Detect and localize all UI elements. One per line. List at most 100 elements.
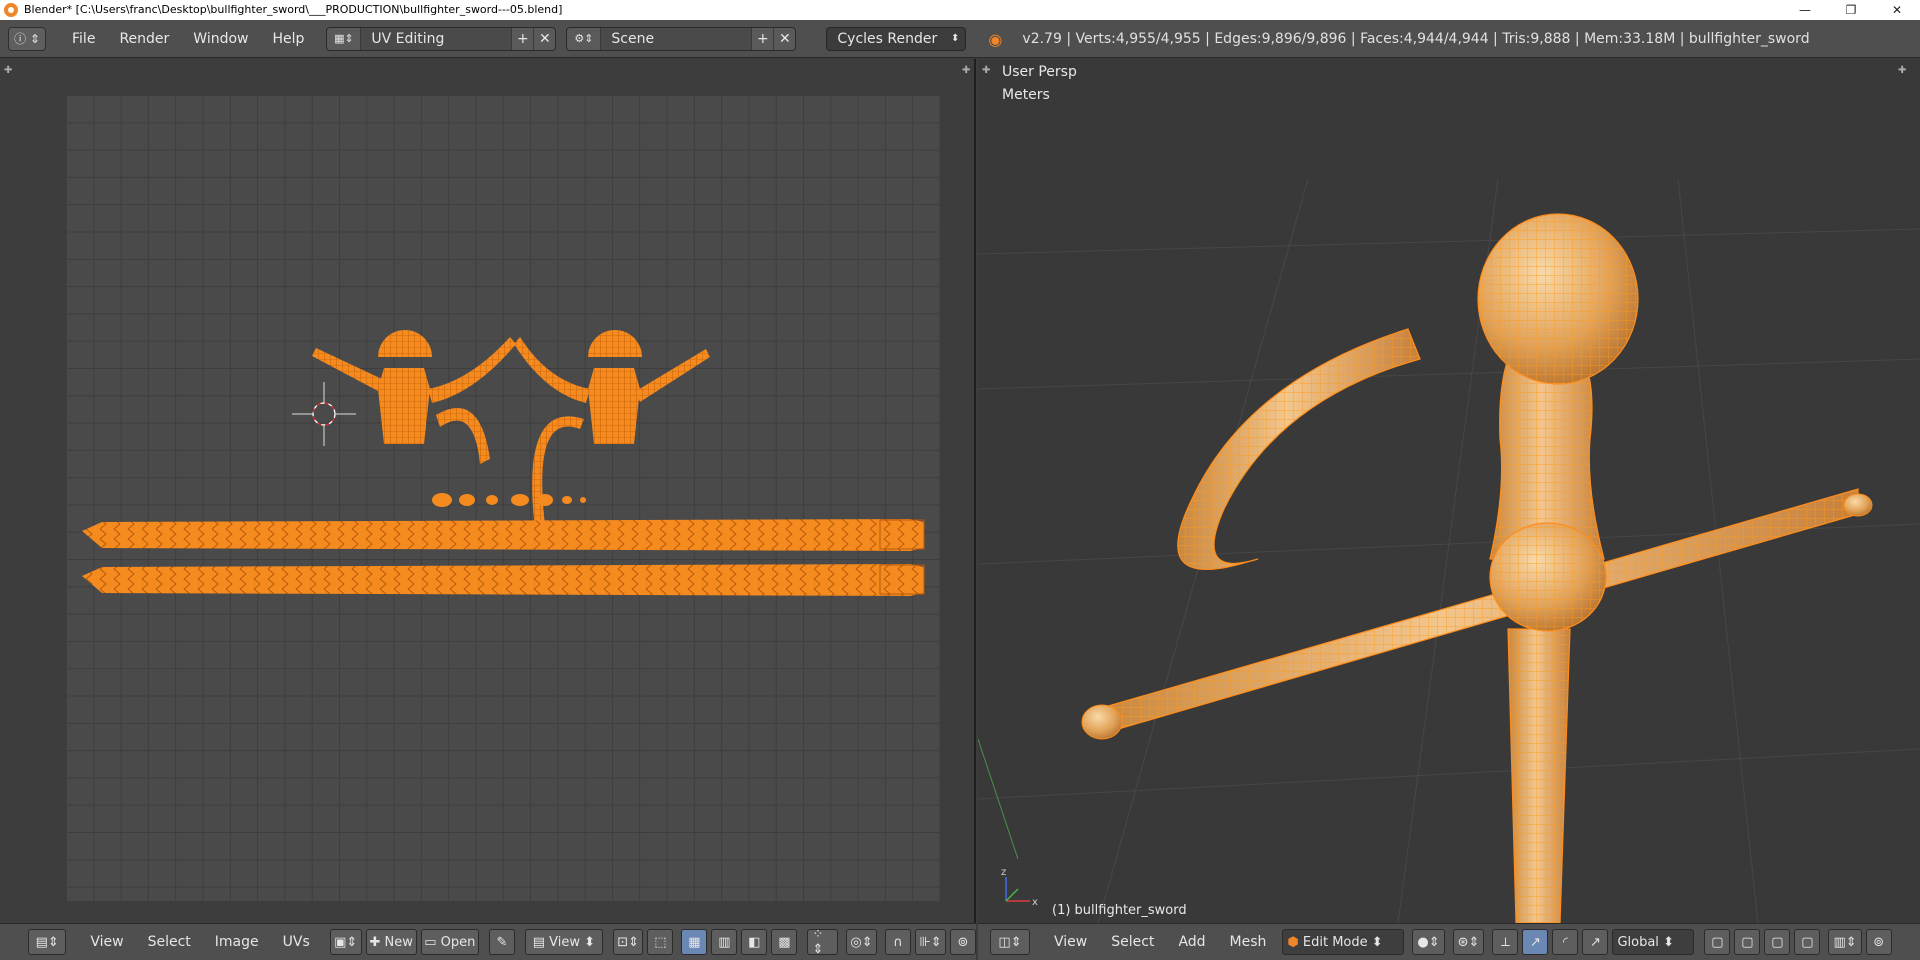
transform-orientation-dropdown[interactable]: Global ⬍: [1612, 929, 1695, 955]
view3d-menu-select[interactable]: Select: [1099, 934, 1166, 950]
uv-island-guard-left[interactable]: [312, 330, 516, 464]
vertex-select-button[interactable]: ▦: [681, 929, 708, 955]
scene-name[interactable]: Scene: [601, 27, 752, 50]
interaction-mode-dropdown[interactable]: ⬢ Edit Mode ⬍: [1282, 929, 1405, 955]
uv-menu-uvs[interactable]: UVs: [271, 934, 322, 950]
camera-icon: ⊚: [1873, 934, 1885, 950]
active-object-label: (1) bullfighter_sword: [1052, 903, 1187, 918]
snap-icon: ∩: [893, 934, 903, 950]
pivot-dropdown[interactable]: ⊛⇕: [1452, 929, 1485, 955]
snap-element-button[interactable]: ⊪⇕: [915, 929, 946, 955]
plus-icon: ✚: [369, 934, 385, 950]
add-scene-button[interactable]: +: [751, 27, 773, 50]
menu-render[interactable]: Render: [107, 31, 181, 47]
axis-gizmo-icon: z x: [1001, 867, 1038, 908]
uv-islands[interactable]: [0, 59, 976, 923]
manipulator-toggle[interactable]: ⟂: [1492, 929, 1519, 955]
restore-button[interactable]: ❐: [1828, 0, 1874, 20]
uv-island-small-parts[interactable]: [432, 493, 586, 507]
camera-icon: ⊚: [957, 934, 969, 950]
minimize-button[interactable]: —: [1782, 0, 1828, 20]
shading-dropdown[interactable]: ●⇕: [1412, 929, 1445, 955]
uv-menu-image[interactable]: Image: [203, 934, 271, 950]
edge-select-button[interactable]: ▥: [711, 929, 738, 955]
shading-icon: ●⇕: [1417, 934, 1440, 950]
menu-help[interactable]: Help: [260, 31, 316, 47]
render-slot-button[interactable]: ⊚: [950, 929, 976, 955]
window-titlebar: Blender* [C:\Users\franc\Desktop\bullfig…: [0, 0, 1920, 20]
view3d-menu-view[interactable]: View: [1042, 934, 1099, 950]
editor-type-button[interactable]: ▤⇕: [28, 929, 67, 955]
screen-layout-icon[interactable]: ▦⇕: [327, 27, 362, 50]
uv-menu-select[interactable]: Select: [136, 934, 203, 950]
info-header: ⓘ ⇕ File Render Window Help ▦⇕ UV Editin…: [0, 20, 1920, 58]
chevron-updown-icon: ⬍: [951, 32, 960, 44]
scale-manipulator-button[interactable]: ↗: [1582, 929, 1609, 955]
translate-icon: ↗: [1530, 934, 1541, 950]
render-engine-label: Cycles Render: [837, 30, 938, 47]
sword-knuckle-guard[interactable]: [1177, 328, 1421, 571]
add-screen-button[interactable]: +: [511, 27, 533, 50]
sword-blade[interactable]: [1507, 628, 1571, 923]
uv-menu-view[interactable]: View: [78, 934, 135, 950]
layers-icon: ▥⇕: [1833, 934, 1857, 950]
island-select-button[interactable]: ▩: [771, 929, 798, 955]
translate-manipulator-button[interactable]: ↗: [1522, 929, 1549, 955]
view3d-header: ◫⇕ View Select Add Mesh ⬢ Edit Mode ⬍ ●⇕…: [978, 923, 1920, 960]
edge-select-icon: ▥: [718, 934, 731, 950]
menu-window[interactable]: Window: [181, 31, 260, 47]
delete-scene-button[interactable]: ✕: [773, 27, 795, 50]
svg-text:x: x: [1032, 897, 1038, 908]
rotate-manipulator-button[interactable]: ◜: [1552, 929, 1579, 955]
screen-layout-selector[interactable]: ▦⇕ UV Editing + ✕: [326, 26, 557, 51]
face-select-icon: ◧: [748, 934, 761, 950]
layers-dropdown[interactable]: ▥⇕: [1828, 929, 1862, 955]
sticky-select-button[interactable]: ⁘⇕: [807, 927, 839, 957]
close-button[interactable]: ✕: [1874, 0, 1920, 20]
viewport-3d[interactable]: ✚ ✚ User Persp Meters z x (1) bullfighte…: [978, 59, 1920, 923]
transform-orientation-label: Global: [1617, 934, 1659, 950]
render-button[interactable]: ⊚: [1865, 929, 1892, 955]
pivot-button[interactable]: ⊡⇕: [612, 929, 644, 955]
scale-icon: ↗: [1590, 934, 1601, 950]
delete-screen-button[interactable]: ✕: [533, 27, 555, 50]
interaction-mode-label: Edit Mode: [1302, 934, 1368, 950]
island-select-icon: ▩: [778, 934, 791, 950]
face-select-button[interactable]: ◧: [741, 929, 768, 955]
menu-file[interactable]: File: [60, 31, 107, 47]
uv-2d-cursor-icon[interactable]: [292, 382, 356, 446]
new-image-button[interactable]: ✚ New: [365, 929, 417, 955]
image-browse-button[interactable]: ▣⇕: [329, 929, 362, 955]
uv-island-blade[interactable]: [82, 519, 925, 596]
view3d-icon: ◫⇕: [998, 934, 1022, 950]
viewport-scene[interactable]: z x: [978, 59, 1920, 923]
layer-button-2[interactable]: ▢: [1734, 929, 1761, 955]
image-icon: ▣⇕: [334, 934, 358, 950]
uv-image-editor[interactable]: ✚ ✚: [0, 59, 976, 923]
editor-type-button[interactable]: ◫⇕: [990, 929, 1030, 955]
pin-button[interactable]: ✎: [488, 929, 515, 955]
view3d-menu-add[interactable]: Add: [1166, 934, 1217, 950]
sword-grip[interactable]: [1489, 358, 1607, 632]
view-mode-dropdown[interactable]: ▤ View ⬍: [524, 929, 603, 955]
vertex-select-icon: ▦: [688, 934, 701, 950]
snap-button[interactable]: ∩: [885, 929, 912, 955]
pivot-icon: ⊡⇕: [617, 934, 640, 950]
cube-icon: ▢: [1741, 934, 1754, 950]
scene-icon[interactable]: ⚙⇕: [567, 27, 602, 50]
layer-button-3[interactable]: ▢: [1764, 929, 1791, 955]
layer-button-1[interactable]: ▢: [1704, 929, 1731, 955]
chevron-updown-icon: ⬍: [1367, 934, 1383, 950]
cursor-tool-button[interactable]: ⬚: [647, 929, 674, 955]
chevron-updown-icon: ⬍: [1658, 934, 1674, 950]
view3d-menu-mesh[interactable]: Mesh: [1218, 934, 1279, 950]
editor-type-button[interactable]: ⓘ ⇕: [8, 26, 46, 51]
layer-button-4[interactable]: ▢: [1794, 929, 1821, 955]
edit-mode-icon: ⬢: [1287, 934, 1303, 950]
open-image-button[interactable]: ▭ Open: [420, 929, 479, 955]
screen-layout-name[interactable]: UV Editing: [361, 27, 512, 50]
render-engine-dropdown[interactable]: Cycles Render ⬍: [826, 26, 967, 51]
proportional-edit-button[interactable]: ◎⇕: [846, 929, 878, 955]
sword-pommel[interactable]: [1477, 213, 1639, 385]
scene-selector[interactable]: ⚙⇕ Scene + ✕: [566, 26, 797, 51]
